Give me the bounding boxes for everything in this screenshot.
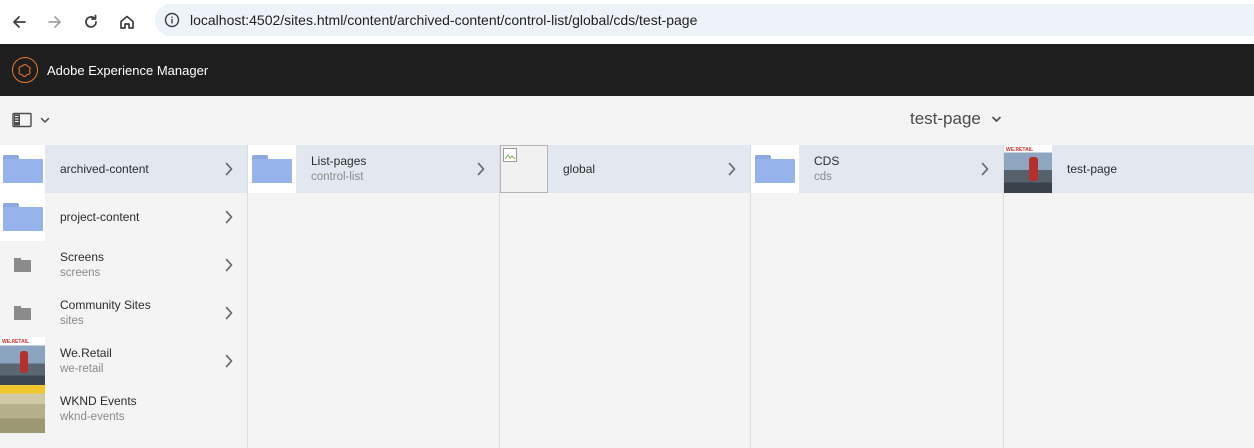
folder-icon [14, 306, 31, 320]
column-4: CDS cds [751, 145, 1004, 448]
list-item[interactable]: WKND Events wknd-events [0, 385, 247, 433]
list-item[interactable]: Screens screens [0, 241, 247, 289]
folder-icon [2, 155, 43, 183]
item-title: WKND Events [60, 393, 137, 408]
folder-thumbnail [248, 145, 296, 193]
thumbnail-logo-text: WE.RETAIL [2, 339, 30, 345]
item-title: archived-content [60, 161, 149, 176]
list-item[interactable]: Community Sites sites [0, 289, 247, 337]
home-icon [120, 15, 134, 29]
chevron-right-icon[interactable] [225, 354, 233, 368]
item-subtitle: screens [60, 266, 101, 279]
item-title: We.Retail [60, 345, 112, 360]
chevron-right-icon[interactable] [225, 210, 233, 224]
rail-toggle-button[interactable] [12, 112, 50, 128]
aem-logo-icon[interactable] [12, 57, 38, 83]
folder-icon [14, 258, 31, 272]
url-text[interactable]: localhost:4502/sites.html/content/archiv… [190, 12, 697, 28]
chevron-right-icon[interactable] [225, 258, 233, 272]
item-title: List-pages [311, 153, 367, 168]
item-title: CDS [814, 153, 840, 168]
chevron-right-icon[interactable] [981, 162, 989, 176]
item-title: project-content [60, 209, 140, 224]
action-bar: test-page [0, 96, 1254, 145]
broken-image-icon [500, 145, 548, 193]
arrow-right-icon [48, 16, 61, 28]
back-button[interactable] [1, 4, 37, 40]
list-item[interactable]: global [500, 145, 750, 193]
home-button[interactable] [109, 4, 145, 40]
arrow-left-icon [13, 16, 26, 28]
folder-thumbnail [0, 193, 45, 241]
folder-thumbnail [0, 241, 45, 289]
forward-button[interactable] [37, 4, 73, 40]
item-subtitle: control-list [311, 170, 364, 183]
site-thumbnail [0, 385, 45, 433]
site-thumbnail: WE.RETAIL [0, 337, 45, 385]
reload-icon [85, 14, 97, 28]
list-item[interactable]: List-pages control-list [248, 145, 499, 193]
page-title-picker[interactable]: test-page [910, 109, 1002, 129]
list-item[interactable]: CDS cds [751, 145, 1003, 193]
column-2: List-pages control-list [248, 145, 500, 448]
aem-header: Adobe Experience Manager [0, 44, 1254, 96]
item-title: global [563, 161, 596, 176]
item-subtitle: wknd-events [60, 410, 125, 423]
side-panel-icon [12, 112, 32, 128]
folder-icon [755, 155, 795, 183]
item-subtitle: we-retail [60, 362, 104, 375]
chevron-down-icon [992, 116, 1001, 122]
site-info-icon[interactable] [157, 12, 187, 28]
page-thumbnail: WE.RETAIL [1004, 145, 1052, 193]
item-title: test-page [1067, 161, 1118, 176]
page-title: test-page [910, 109, 981, 128]
chevron-right-icon[interactable] [728, 162, 736, 176]
column-3: global [500, 145, 751, 448]
column-1: archived-content project-content Screens… [0, 145, 248, 448]
thumbnail-logo-text: WE.RETAIL [1006, 147, 1034, 153]
item-subtitle: cds [814, 170, 832, 183]
folder-thumbnail [751, 145, 799, 193]
folder-thumbnail [0, 145, 45, 193]
folder-icon [2, 203, 43, 231]
list-item[interactable]: WE.RETAIL We.Retail we-retail [0, 337, 247, 385]
chevron-right-icon[interactable] [225, 306, 233, 320]
column-view: archived-content project-content Screens… [0, 145, 1254, 448]
chevron-right-icon[interactable] [477, 162, 485, 176]
item-subtitle: sites [60, 314, 84, 327]
browser-toolbar: localhost:4502/sites.html/content/archiv… [0, 0, 1254, 44]
folder-thumbnail [0, 289, 45, 337]
folder-icon [252, 155, 292, 183]
list-item[interactable]: archived-content [0, 145, 247, 193]
reload-button[interactable] [73, 4, 109, 40]
list-item[interactable]: project-content [0, 193, 247, 241]
item-title: Community Sites [60, 297, 151, 312]
column-5: WE.RETAIL test-page [1004, 145, 1254, 448]
address-bar[interactable]: localhost:4502/sites.html/content/archiv… [155, 4, 1254, 36]
app-title[interactable]: Adobe Experience Manager [47, 63, 208, 78]
list-item[interactable]: WE.RETAIL test-page [1004, 145, 1254, 193]
chevron-right-icon[interactable] [225, 162, 233, 176]
chevron-down-icon [40, 117, 50, 123]
item-title: Screens [60, 249, 105, 264]
